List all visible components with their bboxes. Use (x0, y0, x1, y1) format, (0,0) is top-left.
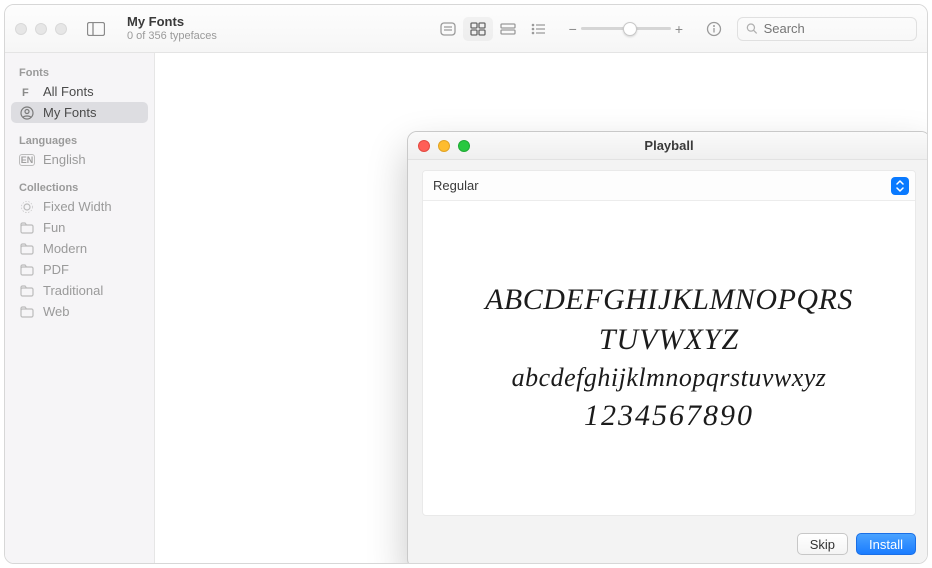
sidebar: Fonts F All Fonts My Fonts Languages EN … (5, 53, 155, 563)
sidebar-item-label: Fun (43, 220, 65, 235)
sidebar-item-label: Web (43, 304, 70, 319)
sample-view-icon (440, 22, 456, 36)
search-icon (746, 22, 758, 35)
sidebar-item-label: Traditional (43, 283, 103, 298)
sidebar-header-languages: Languages (11, 131, 148, 149)
view-list-button[interactable] (523, 17, 553, 41)
slider-track[interactable] (581, 27, 671, 30)
dialog-close-button[interactable] (418, 140, 430, 152)
sidebar-icon (87, 22, 105, 36)
sidebar-header-collections: Collections (11, 178, 148, 196)
svg-text:F: F (22, 87, 29, 99)
font-preview: ABCDEFGHIJKLMNOPQRS TUVWXYZ abcdefghijkl… (423, 201, 915, 515)
toggle-sidebar-button[interactable] (83, 18, 109, 40)
install-button[interactable]: Install (856, 533, 916, 555)
minimize-window-button[interactable] (35, 23, 47, 35)
preview-line-3: abcdefghijklmnopqrstuvwxyz (512, 363, 827, 393)
dialog-title: Playball (644, 138, 693, 153)
toolbar: My Fonts 0 of 356 typefaces (5, 5, 927, 53)
window-subtitle: 0 of 356 typefaces (127, 30, 217, 42)
view-sample-button[interactable] (433, 17, 463, 41)
view-grid-button[interactable] (463, 17, 493, 41)
sidebar-item-label: PDF (43, 262, 69, 277)
dialog-footer: Skip Install (408, 524, 927, 563)
sidebar-item-my-fonts[interactable]: My Fonts (11, 102, 148, 123)
user-icon (19, 106, 35, 120)
sidebar-item-modern[interactable]: Modern (11, 238, 148, 259)
grid-view-icon (470, 22, 486, 36)
dialog-window-controls (418, 140, 470, 152)
close-window-button[interactable] (15, 23, 27, 35)
sidebar-item-pdf[interactable]: PDF (11, 259, 148, 280)
preview-size-slider[interactable]: − + (569, 21, 683, 37)
view-columns-button[interactable] (493, 17, 523, 41)
install-font-dialog: Playball Regular ABCDEFGHIJKLMNOPQ (407, 131, 927, 563)
dialog-body: Regular ABCDEFGHIJKLMNOPQRS TUVWXYZ abcd… (422, 170, 916, 516)
language-badge-icon: EN (19, 154, 35, 166)
info-button[interactable] (699, 17, 729, 41)
chevron-up-down-icon (891, 177, 909, 195)
sidebar-item-label: Fixed Width (43, 199, 112, 214)
gear-icon (19, 200, 35, 214)
folder-icon (19, 306, 35, 318)
window-body: Fonts F All Fonts My Fonts Languages EN … (5, 53, 927, 563)
preview-line-2: TUVWXYZ (599, 323, 739, 357)
font-book-window: My Fonts 0 of 356 typefaces (4, 4, 928, 564)
sidebar-header-fonts: Fonts (11, 63, 148, 81)
window-title: My Fonts (127, 15, 217, 29)
folder-icon (19, 222, 35, 234)
sidebar-item-english[interactable]: EN English (11, 149, 148, 170)
search-input[interactable] (764, 21, 908, 36)
folder-icon (19, 264, 35, 276)
dialog-minimize-button[interactable] (438, 140, 450, 152)
slider-thumb[interactable] (623, 22, 637, 36)
sidebar-item-web[interactable]: Web (11, 301, 148, 322)
minus-icon: − (569, 21, 577, 37)
plus-icon: + (675, 21, 683, 37)
sidebar-item-traditional[interactable]: Traditional (11, 280, 148, 301)
sidebar-item-label: Modern (43, 241, 87, 256)
sidebar-item-label: English (43, 152, 86, 167)
preview-line-4: 1234567890 (584, 399, 754, 433)
sidebar-item-all-fonts[interactable]: F All Fonts (11, 81, 148, 102)
sidebar-item-fixed-width[interactable]: Fixed Width (11, 196, 148, 217)
window-controls (15, 23, 67, 35)
info-icon (706, 21, 722, 37)
list-view-icon (530, 22, 546, 36)
font-style-select[interactable]: Regular (423, 171, 915, 201)
view-mode-group (433, 17, 553, 41)
folder-icon (19, 243, 35, 255)
font-icon: F (19, 85, 35, 99)
preview-line-1: ABCDEFGHIJKLMNOPQRS (485, 283, 853, 317)
dialog-titlebar[interactable]: Playball (408, 132, 927, 160)
sidebar-item-label: My Fonts (43, 105, 96, 120)
sidebar-item-label: All Fonts (43, 84, 94, 99)
font-style-selected: Regular (433, 178, 479, 193)
skip-button[interactable]: Skip (797, 533, 848, 555)
folder-icon (19, 285, 35, 297)
zoom-window-button[interactable] (55, 23, 67, 35)
dialog-zoom-button[interactable] (458, 140, 470, 152)
search-field[interactable] (737, 17, 917, 41)
sidebar-item-fun[interactable]: Fun (11, 217, 148, 238)
window-title-block: My Fonts 0 of 356 typefaces (127, 15, 217, 42)
columns-view-icon (500, 22, 516, 36)
main-content: Playball Regular ABCDEFGHIJKLMNOPQ (155, 53, 927, 563)
